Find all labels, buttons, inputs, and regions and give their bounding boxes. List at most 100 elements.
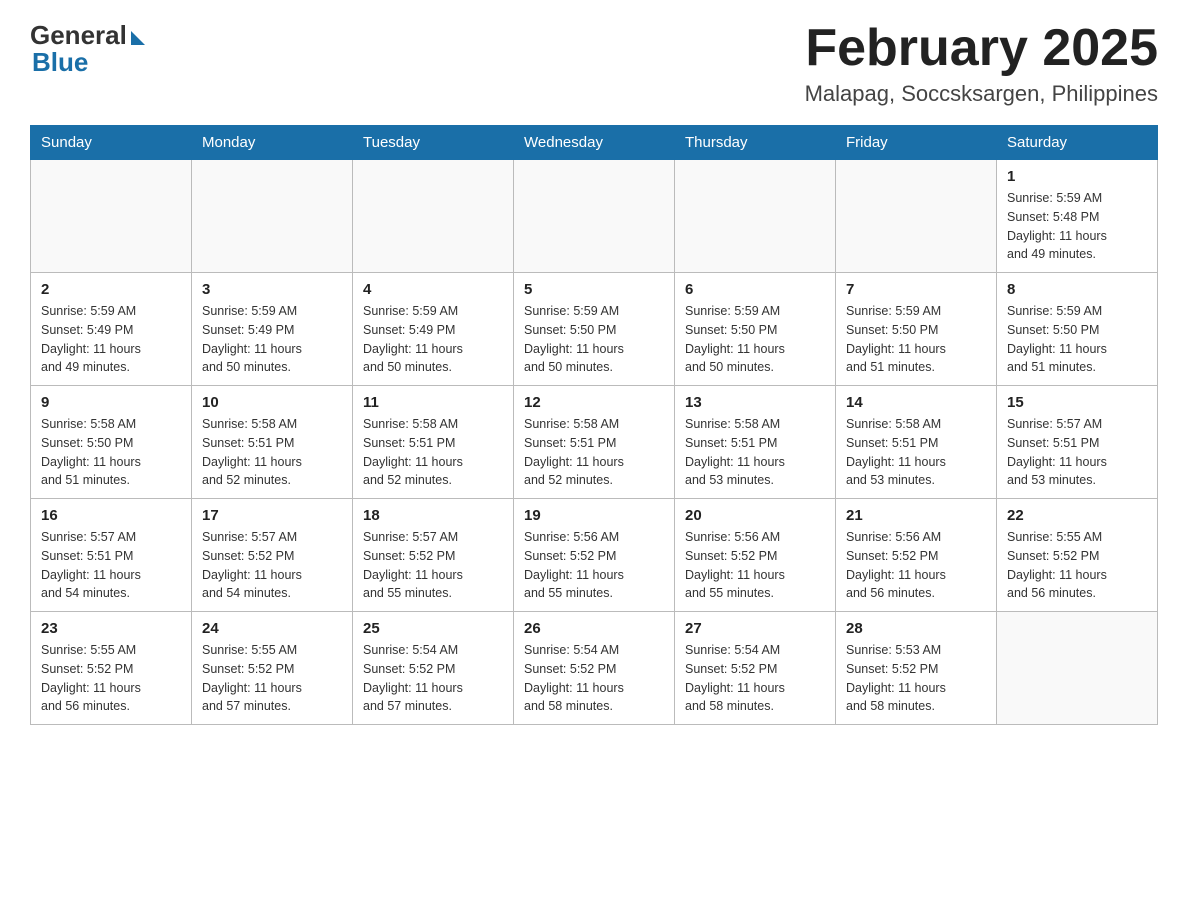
calendar-cell: 15 Sunrise: 5:57 AM Sunset: 5:51 PM Dayli… — [997, 386, 1158, 499]
calendar-week-row: 1 Sunrise: 5:59 AM Sunset: 5:48 PM Daylig… — [31, 160, 1158, 273]
calendar-weekday-tuesday: Tuesday — [353, 126, 514, 160]
day-info: Sunrise: 5:59 AM Sunset: 5:49 PM Dayligh… — [202, 302, 342, 377]
day-number: 26 — [524, 620, 664, 637]
calendar-week-row: 16Sunrise: 5:57 AM Sunset: 5:51 PM Dayli… — [31, 499, 1158, 612]
day-info: Sunrise: 5:54 AM Sunset: 5:52 PM Dayligh… — [685, 641, 825, 716]
day-info: Sunrise: 5:56 AM Sunset: 5:52 PM Dayligh… — [685, 528, 825, 603]
calendar-cell: 11 Sunrise: 5:58 AM Sunset: 5:51 PM Dayli… — [353, 386, 514, 499]
day-number: 15 — [1007, 394, 1147, 411]
calendar-cell: 10 Sunrise: 5:58 AM Sunset: 5:51 PM Dayli… — [192, 386, 353, 499]
day-info: Sunrise: 5:58 AM Sunset: 5:51 PM Dayligh… — [202, 415, 342, 490]
day-info: Sunrise: 5:58 AM Sunset: 5:51 PM Dayligh… — [685, 415, 825, 490]
calendar-cell: 24 Sunrise: 5:55 AM Sunset: 5:52 PM Dayli… — [192, 612, 353, 725]
day-info: Sunrise: 5:58 AM Sunset: 5:51 PM Dayligh… — [846, 415, 986, 490]
day-info: Sunrise: 5:54 AM Sunset: 5:52 PM Dayligh… — [363, 641, 503, 716]
calendar-cell: 3 Sunrise: 5:59 AM Sunset: 5:49 PM Daylig… — [192, 273, 353, 386]
day-info: Sunrise: 5:59 AM Sunset: 5:48 PM Dayligh… — [1007, 189, 1147, 264]
calendar-cell: 8Sunrise: 5:59 AM Sunset: 5:50 PM Daylig… — [997, 273, 1158, 386]
calendar-cell: 7Sunrise: 5:59 AM Sunset: 5:50 PM Daylig… — [836, 273, 997, 386]
calendar-cell: 13 Sunrise: 5:58 AM Sunset: 5:51 PM Dayli… — [675, 386, 836, 499]
calendar-week-row: 9Sunrise: 5:58 AM Sunset: 5:50 PM Daylig… — [31, 386, 1158, 499]
day-info: Sunrise: 5:56 AM Sunset: 5:52 PM Dayligh… — [846, 528, 986, 603]
day-info: Sunrise: 5:55 AM Sunset: 5:52 PM Dayligh… — [202, 641, 342, 716]
calendar-weekday-saturday: Saturday — [997, 126, 1158, 160]
day-number: 11 — [363, 394, 503, 411]
day-number: 14 — [846, 394, 986, 411]
calendar-cell: 12 Sunrise: 5:58 AM Sunset: 5:51 PM Dayli… — [514, 386, 675, 499]
month-title: February 2025 — [805, 20, 1158, 77]
day-number: 27 — [685, 620, 825, 637]
logo-blue-text: Blue — [32, 47, 88, 78]
calendar-header-row: SundayMondayTuesdayWednesdayThursdayFrid… — [31, 126, 1158, 160]
day-number: 23 — [41, 620, 181, 637]
day-number: 9 — [41, 394, 181, 411]
day-number: 16 — [41, 507, 181, 524]
day-number: 13 — [685, 394, 825, 411]
calendar-cell: 5 Sunrise: 5:59 AM Sunset: 5:50 PM Daylig… — [514, 273, 675, 386]
calendar-cell: 26Sunrise: 5:54 AM Sunset: 5:52 PM Dayli… — [514, 612, 675, 725]
day-number: 1 — [1007, 168, 1147, 185]
day-number: 12 — [524, 394, 664, 411]
logo-arrow-icon — [131, 31, 145, 45]
day-info: Sunrise: 5:59 AM Sunset: 5:49 PM Dayligh… — [363, 302, 503, 377]
location-subtitle: Malapag, Soccsksargen, Philippines — [805, 81, 1158, 107]
calendar-weekday-friday: Friday — [836, 126, 997, 160]
day-number: 7 — [846, 281, 986, 298]
calendar-cell: 14 Sunrise: 5:58 AM Sunset: 5:51 PM Dayli… — [836, 386, 997, 499]
calendar-cell: 22 Sunrise: 5:55 AM Sunset: 5:52 PM Dayli… — [997, 499, 1158, 612]
day-number: 28 — [846, 620, 986, 637]
day-info: Sunrise: 5:53 AM Sunset: 5:52 PM Dayligh… — [846, 641, 986, 716]
day-number: 10 — [202, 394, 342, 411]
day-number: 22 — [1007, 507, 1147, 524]
day-number: 21 — [846, 507, 986, 524]
day-number: 17 — [202, 507, 342, 524]
calendar-cell: 2 Sunrise: 5:59 AM Sunset: 5:49 PM Daylig… — [31, 273, 192, 386]
logo: General Blue — [30, 20, 145, 78]
day-number: 4 — [363, 281, 503, 298]
day-info: Sunrise: 5:58 AM Sunset: 5:51 PM Dayligh… — [363, 415, 503, 490]
calendar-weekday-monday: Monday — [192, 126, 353, 160]
day-number: 20 — [685, 507, 825, 524]
calendar-cell: 25 Sunrise: 5:54 AM Sunset: 5:52 PM Dayli… — [353, 612, 514, 725]
day-number: 6 — [685, 281, 825, 298]
calendar-weekday-wednesday: Wednesday — [514, 126, 675, 160]
calendar-cell — [192, 160, 353, 273]
calendar-cell — [514, 160, 675, 273]
calendar-cell: 4 Sunrise: 5:59 AM Sunset: 5:49 PM Daylig… — [353, 273, 514, 386]
calendar-cell: 16Sunrise: 5:57 AM Sunset: 5:51 PM Dayli… — [31, 499, 192, 612]
calendar-cell: 27 Sunrise: 5:54 AM Sunset: 5:52 PM Dayli… — [675, 612, 836, 725]
calendar-table: SundayMondayTuesdayWednesdayThursdayFrid… — [30, 125, 1158, 725]
day-info: Sunrise: 5:57 AM Sunset: 5:51 PM Dayligh… — [1007, 415, 1147, 490]
page-header: General Blue February 2025 Malapag, Socc… — [30, 20, 1158, 107]
calendar-cell — [836, 160, 997, 273]
day-info: Sunrise: 5:59 AM Sunset: 5:50 PM Dayligh… — [1007, 302, 1147, 377]
day-info: Sunrise: 5:55 AM Sunset: 5:52 PM Dayligh… — [41, 641, 181, 716]
day-number: 2 — [41, 281, 181, 298]
calendar-week-row: 23 Sunrise: 5:55 AM Sunset: 5:52 PM Dayli… — [31, 612, 1158, 725]
calendar-cell: 23 Sunrise: 5:55 AM Sunset: 5:52 PM Dayli… — [31, 612, 192, 725]
calendar-cell — [675, 160, 836, 273]
day-number: 19 — [524, 507, 664, 524]
day-info: Sunrise: 5:59 AM Sunset: 5:49 PM Dayligh… — [41, 302, 181, 377]
title-section: February 2025 Malapag, Soccsksargen, Phi… — [805, 20, 1158, 107]
calendar-cell: 17 Sunrise: 5:57 AM Sunset: 5:52 PM Dayli… — [192, 499, 353, 612]
calendar-cell: 28 Sunrise: 5:53 AM Sunset: 5:52 PM Dayli… — [836, 612, 997, 725]
calendar-cell — [997, 612, 1158, 725]
calendar-cell — [31, 160, 192, 273]
day-number: 3 — [202, 281, 342, 298]
calendar-weekday-sunday: Sunday — [31, 126, 192, 160]
day-info: Sunrise: 5:59 AM Sunset: 5:50 PM Dayligh… — [524, 302, 664, 377]
day-info: Sunrise: 5:56 AM Sunset: 5:52 PM Dayligh… — [524, 528, 664, 603]
day-number: 24 — [202, 620, 342, 637]
calendar-cell: 9Sunrise: 5:58 AM Sunset: 5:50 PM Daylig… — [31, 386, 192, 499]
day-info: Sunrise: 5:58 AM Sunset: 5:51 PM Dayligh… — [524, 415, 664, 490]
calendar-cell: 19 Sunrise: 5:56 AM Sunset: 5:52 PM Dayli… — [514, 499, 675, 612]
day-number: 5 — [524, 281, 664, 298]
day-number: 18 — [363, 507, 503, 524]
day-info: Sunrise: 5:57 AM Sunset: 5:52 PM Dayligh… — [202, 528, 342, 603]
calendar-cell: 21 Sunrise: 5:56 AM Sunset: 5:52 PM Dayli… — [836, 499, 997, 612]
calendar-cell: 20 Sunrise: 5:56 AM Sunset: 5:52 PM Dayli… — [675, 499, 836, 612]
day-info: Sunrise: 5:59 AM Sunset: 5:50 PM Dayligh… — [685, 302, 825, 377]
day-info: Sunrise: 5:55 AM Sunset: 5:52 PM Dayligh… — [1007, 528, 1147, 603]
day-number: 25 — [363, 620, 503, 637]
